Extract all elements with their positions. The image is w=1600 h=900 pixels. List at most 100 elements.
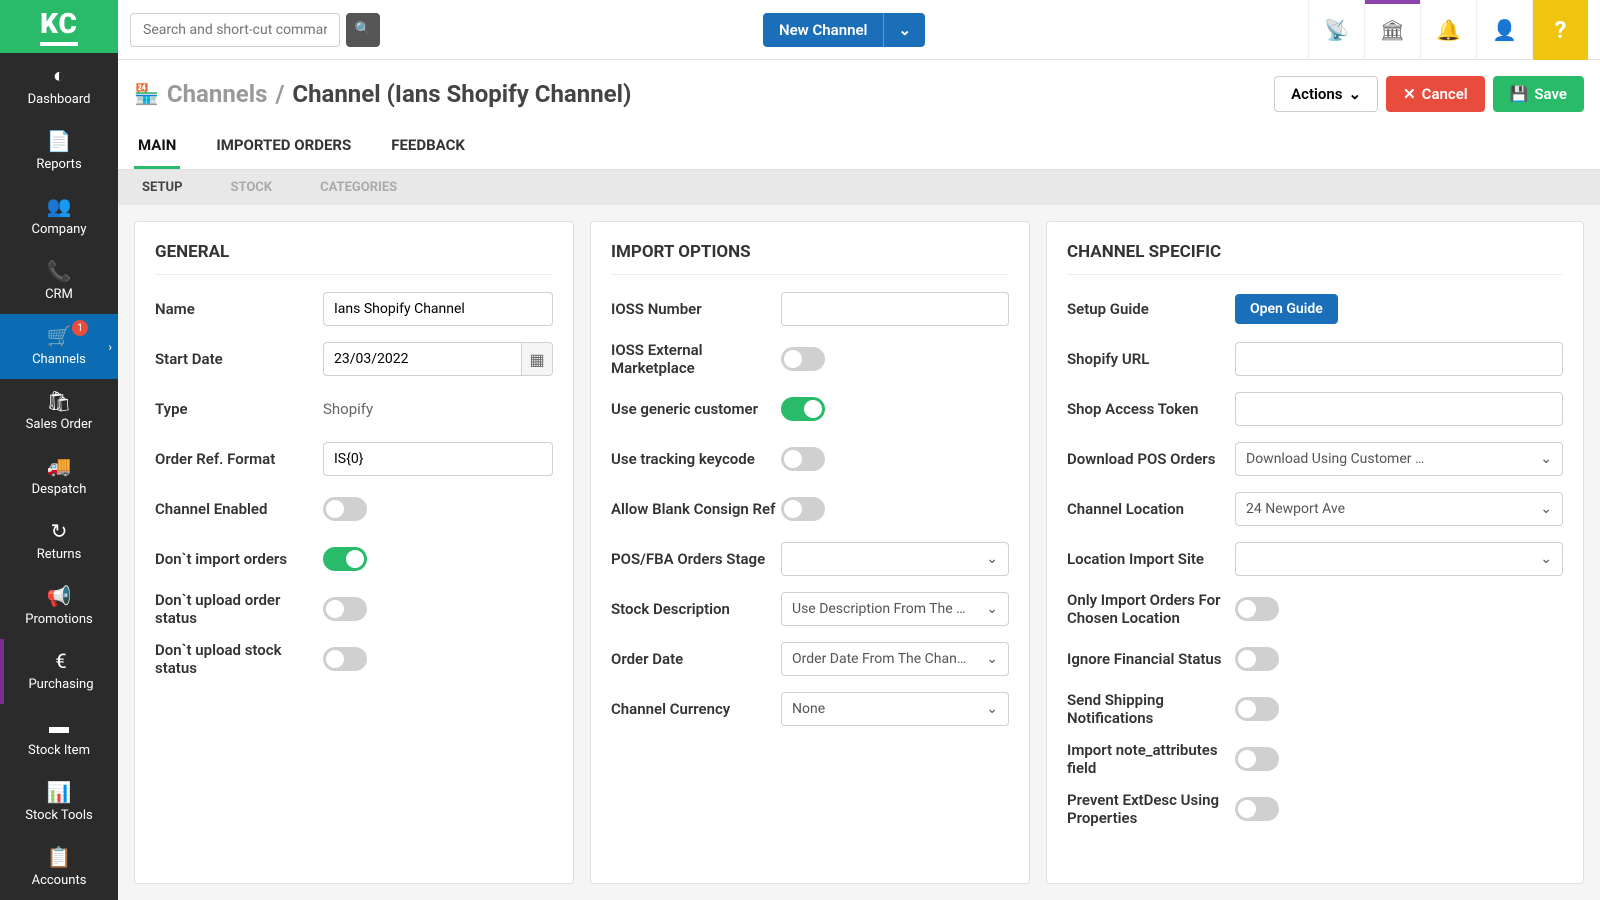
bell-icon[interactable]: 🔔 — [1420, 0, 1476, 60]
label-start-date: Start Date — [155, 350, 323, 368]
toggle-ioss-ext[interactable] — [781, 347, 825, 371]
label-ioss-ext: IOSS External Marketplace — [611, 341, 781, 377]
subtab-stock[interactable]: STOCK — [222, 170, 280, 205]
toggle-ship-notif[interactable] — [1235, 697, 1279, 721]
sidebar-item-dashboard[interactable]: ◐Dashboard — [0, 53, 118, 119]
toggle-dont-upload-order[interactable] — [323, 597, 367, 621]
sidebar-label: Returns — [37, 547, 82, 562]
select-value: Use Description From The C… — [792, 601, 972, 617]
toggle-channel-enabled[interactable] — [323, 497, 367, 521]
label-ioss: IOSS Number — [611, 300, 781, 318]
toggle-tracking-keycode[interactable] — [781, 447, 825, 471]
sidebar-label: CRM — [45, 287, 73, 302]
label-order-ref: Order Ref. Format — [155, 450, 323, 468]
toggle-dont-import[interactable] — [323, 547, 367, 571]
sidebar-item-channels[interactable]: 🛒Channels1› — [0, 314, 118, 379]
new-channel-label: New Channel — [763, 13, 883, 47]
label-pos-stage: POS/FBA Orders Stage — [611, 550, 781, 568]
page-header: 🏪 Channels / Channel (Ians Shopify Chann… — [118, 60, 1600, 124]
sidebar-item-crm[interactable]: 📞CRM — [0, 249, 118, 314]
sidebar-item-reports[interactable]: 📄 Reports — [0, 119, 118, 184]
search-input[interactable] — [130, 13, 340, 47]
gauge-icon: ◐ — [53, 63, 65, 88]
name-input[interactable] — [323, 292, 553, 326]
box-icon: ▬ — [49, 714, 69, 739]
tab-imported-orders[interactable]: IMPORTED ORDERS — [212, 124, 355, 169]
toggle-prevent-ext[interactable] — [1235, 797, 1279, 821]
sidebar-label: Company — [32, 222, 87, 237]
cancel-button[interactable]: ✕Cancel — [1386, 76, 1485, 112]
help-button[interactable]: ? — [1532, 0, 1588, 60]
stock-desc-select[interactable]: Use Description From The C…⌄ — [781, 592, 1009, 626]
logo[interactable]: KC — [0, 0, 118, 53]
label-download-pos: Download POS Orders — [1067, 450, 1235, 468]
sidebar-item-accounts[interactable]: 📋Accounts — [0, 835, 118, 900]
tab-main[interactable]: MAIN — [134, 124, 180, 169]
badge: 1 — [72, 320, 88, 336]
subtab-setup[interactable]: SETUP — [134, 170, 190, 205]
label-channel-location: Channel Location — [1067, 500, 1235, 518]
sidebar-item-stock-item[interactable]: ▬ Stock Item — [0, 704, 118, 770]
actions-button[interactable]: Actions⌄ — [1274, 76, 1378, 112]
sidebar-item-company[interactable]: 👥 Company — [0, 184, 118, 249]
currency-select[interactable]: None ⌄ — [781, 692, 1009, 726]
toggle-only-chosen[interactable] — [1235, 597, 1279, 621]
sidebar-item-stock-tools[interactable]: 📊Stock Tools — [0, 770, 118, 835]
label-setup-guide: Setup Guide — [1067, 300, 1235, 318]
topbar-right: 📡 🏛 🔔 👤 ? — [1308, 0, 1588, 60]
header-actions: Actions⌄ ✕Cancel 💾Save — [1274, 76, 1584, 112]
avatar[interactable]: 👤 — [1476, 0, 1532, 60]
chevron-down-icon: ⌄ — [986, 651, 998, 667]
access-token-input[interactable] — [1235, 392, 1563, 426]
sidebar-label: Stock Item — [28, 743, 90, 758]
building-icon[interactable]: 🏛 — [1364, 0, 1420, 60]
breadcrumb-channels[interactable]: Channels — [167, 80, 268, 108]
sidebar-label: Accounts — [32, 873, 87, 888]
label-dont-import: Don`t import orders — [155, 550, 323, 568]
open-guide-button[interactable]: Open Guide — [1235, 294, 1338, 324]
sidebar-label: Reports — [36, 157, 81, 172]
ioss-input[interactable] — [781, 292, 1009, 326]
toggle-blank-consign[interactable] — [781, 497, 825, 521]
location-import-select[interactable]: ⌄ — [1235, 542, 1563, 576]
select-value: None — [792, 701, 825, 717]
new-channel-button[interactable]: New Channel ⌄ — [763, 13, 925, 47]
tab-feedback[interactable]: FEEDBACK — [387, 124, 469, 169]
sidebar-item-sales-order[interactable]: 🛍Sales Order — [0, 379, 118, 444]
sidebar-item-despatch[interactable]: 🚚Despatch — [0, 444, 118, 509]
chevron-down-icon[interactable]: ⌄ — [883, 13, 925, 47]
sidebar-label: Channels — [32, 352, 86, 367]
search-button[interactable]: 🔍 — [346, 13, 380, 47]
start-date-input[interactable] — [323, 342, 522, 376]
shopify-url-input[interactable] — [1235, 342, 1563, 376]
label-generic: Use generic customer — [611, 400, 781, 418]
download-pos-select[interactable]: Download Using Customer D…⌄ — [1235, 442, 1563, 476]
sidebar-item-purchasing[interactable]: €Purchasing — [0, 639, 118, 704]
sidebar-item-returns[interactable]: ↻Returns — [0, 509, 118, 574]
save-icon: 💾 — [1510, 85, 1529, 103]
order-ref-input[interactable] — [323, 442, 553, 476]
label-access-token: Shop Access Token — [1067, 400, 1235, 418]
calendar-button[interactable]: ▦ — [522, 342, 553, 376]
subtab-categories[interactable]: CATEGORIES — [312, 170, 405, 205]
sidebar-label: Purchasing — [28, 677, 93, 692]
save-button[interactable]: 💾Save — [1493, 76, 1584, 112]
chevron-down-icon: ⌄ — [986, 701, 998, 717]
sidebar-item-promotions[interactable]: 📢Promotions — [0, 574, 118, 639]
main: 🔍 New Channel ⌄ 📡 🏛 🔔 👤 ? 🏪 Channels / C… — [118, 0, 1600, 900]
label-tracking: Use tracking keycode — [611, 450, 781, 468]
toggle-ignore-fin[interactable] — [1235, 647, 1279, 671]
toggle-note-attr[interactable] — [1235, 747, 1279, 771]
chevron-right-icon: › — [108, 340, 112, 354]
toggle-dont-upload-stock[interactable] — [323, 647, 367, 671]
pos-stage-select[interactable]: ⌄ — [781, 542, 1009, 576]
chevron-down-icon: ⌄ — [1540, 451, 1552, 467]
document-icon: 📄 — [47, 129, 72, 153]
calendar-icon: ▦ — [530, 350, 545, 369]
scanner-icon[interactable]: 📡 — [1308, 0, 1364, 60]
cancel-label: Cancel — [1422, 85, 1468, 103]
toggle-generic-customer[interactable] — [781, 397, 825, 421]
order-date-select[interactable]: Order Date From The Chan…⌄ — [781, 642, 1009, 676]
channel-location-select[interactable]: 24 Newport Ave⌄ — [1235, 492, 1563, 526]
users-icon: 👥 — [47, 194, 72, 218]
